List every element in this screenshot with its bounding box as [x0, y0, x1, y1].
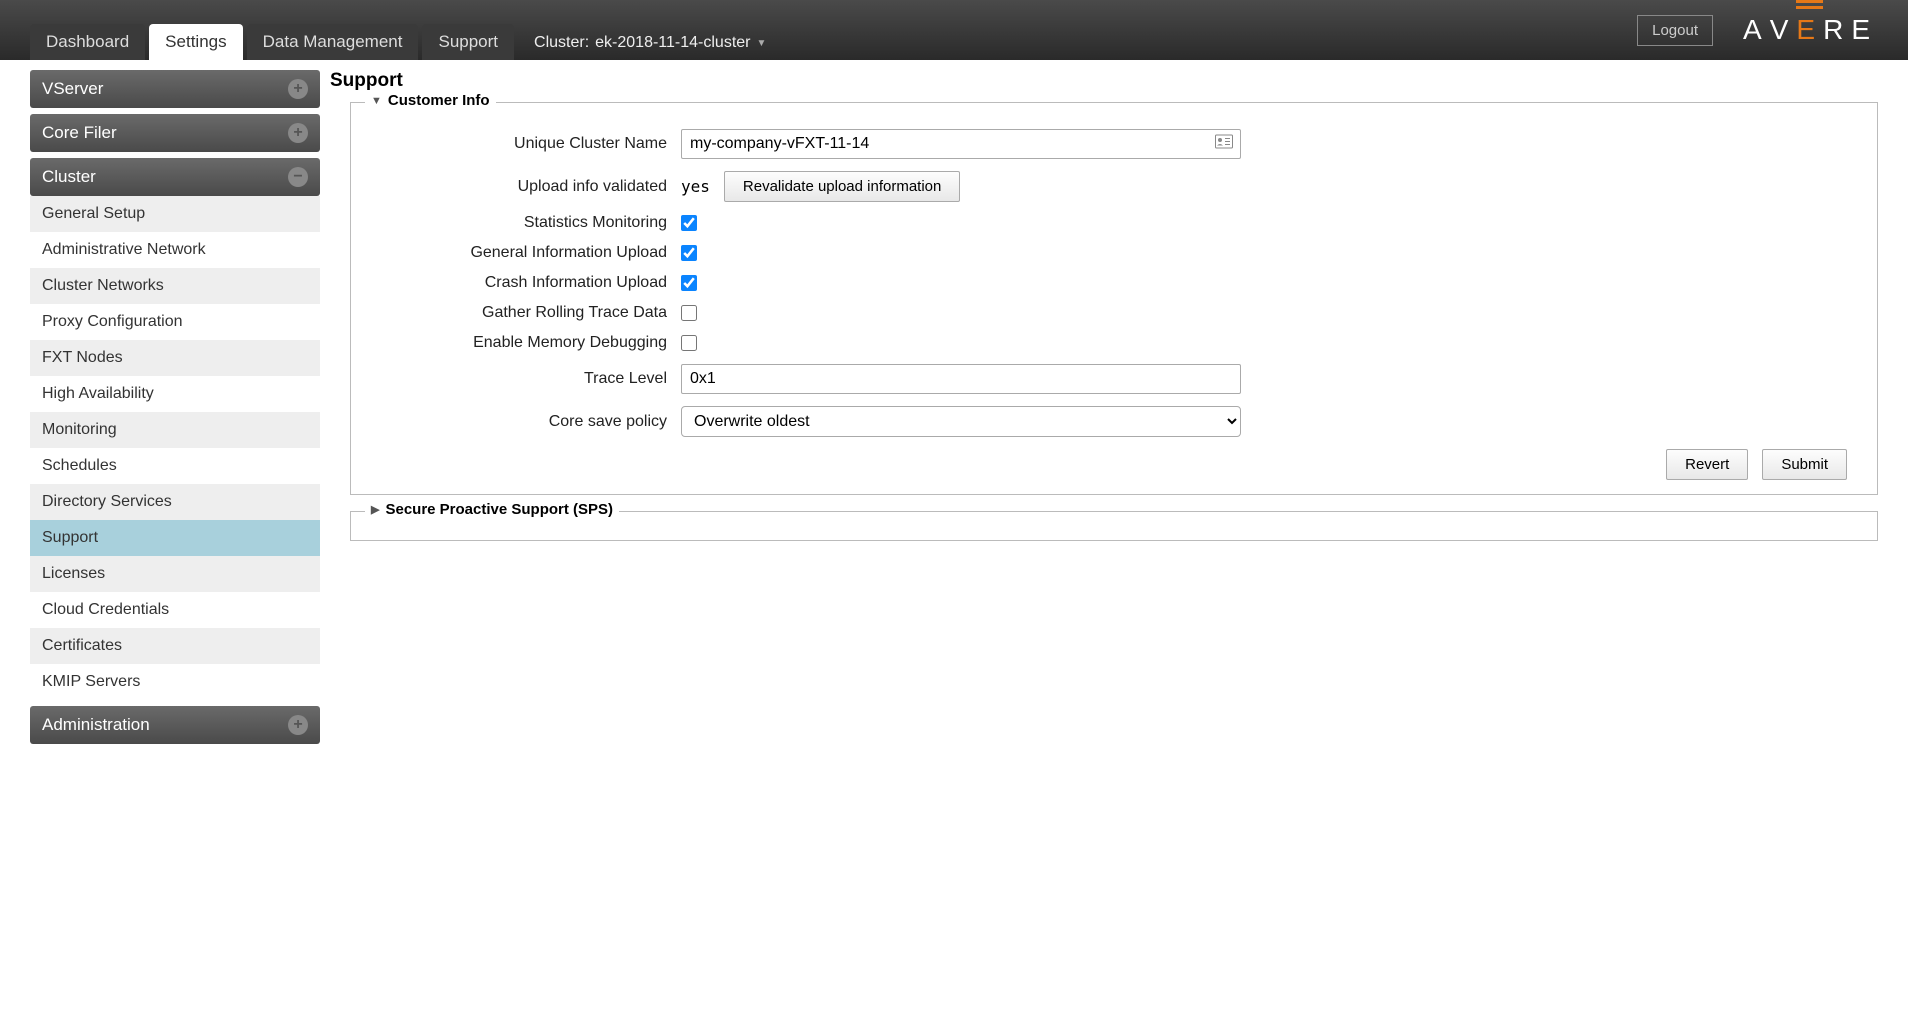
section-title: Core Filer — [42, 123, 117, 143]
crash-info-upload-checkbox[interactable] — [681, 275, 697, 291]
core-save-policy-select[interactable]: Overwrite oldest — [681, 406, 1241, 437]
customer-info-fieldset: ▼ Customer Info Unique Cluster Name Uplo… — [350, 102, 1878, 495]
upload-validated-value: yes — [681, 177, 710, 196]
topbar-right: Logout A V E R E — [1637, 14, 1878, 46]
tab-settings[interactable]: Settings — [149, 24, 242, 60]
plus-icon — [288, 123, 308, 143]
sidebar-item-schedules[interactable]: Schedules — [30, 448, 320, 484]
main-tabs: Dashboard Settings Data Management Suppo… — [30, 24, 782, 60]
sidebar-item-monitoring[interactable]: Monitoring — [30, 412, 320, 448]
unique-cluster-name-input[interactable] — [681, 129, 1241, 159]
section-title: Cluster — [42, 167, 96, 187]
sidebar-item-directory-services[interactable]: Directory Services — [30, 484, 320, 520]
sidebar-item-high-availability[interactable]: High Availability — [30, 376, 320, 412]
unique-cluster-name-label: Unique Cluster Name — [371, 135, 681, 153]
logout-button[interactable]: Logout — [1637, 15, 1713, 46]
legend-text: Secure Proactive Support (SPS) — [385, 501, 613, 518]
general-info-upload-checkbox[interactable] — [681, 245, 697, 261]
sidebar-item-support[interactable]: Support — [30, 520, 320, 556]
disclosure-right-icon: ▶ — [371, 503, 379, 516]
tab-support[interactable]: Support — [422, 24, 514, 60]
disclosure-down-icon: ▼ — [371, 95, 382, 107]
crash-info-upload-label: Crash Information Upload — [371, 274, 681, 292]
content: Support ▼ Customer Info Unique Cluster N… — [330, 70, 1878, 744]
page-title: Support — [330, 70, 1878, 92]
cluster-items: General Setup Administrative Network Clu… — [30, 196, 320, 700]
statistics-monitoring-checkbox[interactable] — [681, 215, 697, 231]
topbar: Dashboard Settings Data Management Suppo… — [0, 0, 1908, 60]
core-save-policy-label: Core save policy — [371, 413, 681, 431]
tab-dashboard[interactable]: Dashboard — [30, 24, 145, 60]
rolling-trace-label: Gather Rolling Trace Data — [371, 304, 681, 322]
sps-legend[interactable]: ▶ Secure Proactive Support (SPS) — [365, 501, 619, 518]
customer-info-legend[interactable]: ▼ Customer Info — [365, 92, 496, 109]
sps-fieldset: ▶ Secure Proactive Support (SPS) — [350, 511, 1878, 541]
sidebar-section-administration[interactable]: Administration — [30, 706, 320, 744]
legend-text: Customer Info — [388, 92, 490, 109]
sidebar-item-cloud-credentials[interactable]: Cloud Credentials — [30, 592, 320, 628]
section-title: VServer — [42, 79, 103, 99]
sidebar-item-cluster-networks[interactable]: Cluster Networks — [30, 268, 320, 304]
sidebar-section-core-filer[interactable]: Core Filer — [30, 114, 320, 152]
sidebar-item-general-setup[interactable]: General Setup — [30, 196, 320, 232]
sidebar-item-licenses[interactable]: Licenses — [30, 556, 320, 592]
sidebar-section-cluster[interactable]: Cluster — [30, 158, 320, 196]
avere-logo: A V E R E — [1743, 14, 1878, 46]
cluster-name: ek-2018-11-14-cluster — [595, 34, 750, 52]
section-title: Administration — [42, 715, 150, 735]
sidebar: VServer Core Filer Cluster General Setup… — [30, 70, 320, 744]
sidebar-item-certificates[interactable]: Certificates — [30, 628, 320, 664]
revert-button[interactable]: Revert — [1666, 449, 1748, 480]
submit-button[interactable]: Submit — [1762, 449, 1847, 480]
trace-level-label: Trace Level — [371, 370, 681, 388]
sidebar-item-admin-network[interactable]: Administrative Network — [30, 232, 320, 268]
upload-validated-label: Upload info validated — [371, 178, 681, 196]
revalidate-button[interactable]: Revalidate upload information — [724, 171, 960, 202]
plus-icon — [288, 79, 308, 99]
sidebar-item-fxt-nodes[interactable]: FXT Nodes — [30, 340, 320, 376]
statistics-monitoring-label: Statistics Monitoring — [371, 214, 681, 232]
cluster-prefix: Cluster: — [534, 34, 589, 52]
memory-debugging-label: Enable Memory Debugging — [371, 334, 681, 352]
minus-icon — [288, 167, 308, 187]
chevron-down-icon: ▼ — [757, 38, 767, 49]
sidebar-item-proxy-config[interactable]: Proxy Configuration — [30, 304, 320, 340]
rolling-trace-checkbox[interactable] — [681, 305, 697, 321]
plus-icon — [288, 715, 308, 735]
tab-data-management[interactable]: Data Management — [247, 24, 419, 60]
general-info-upload-label: General Information Upload — [371, 244, 681, 262]
sidebar-item-kmip-servers[interactable]: KMIP Servers — [30, 664, 320, 700]
sidebar-section-vserver[interactable]: VServer — [30, 70, 320, 108]
memory-debugging-checkbox[interactable] — [681, 335, 697, 351]
cluster-selector[interactable]: Cluster: ek-2018-11-14-cluster ▼ — [518, 26, 782, 60]
trace-level-input[interactable] — [681, 364, 1241, 394]
